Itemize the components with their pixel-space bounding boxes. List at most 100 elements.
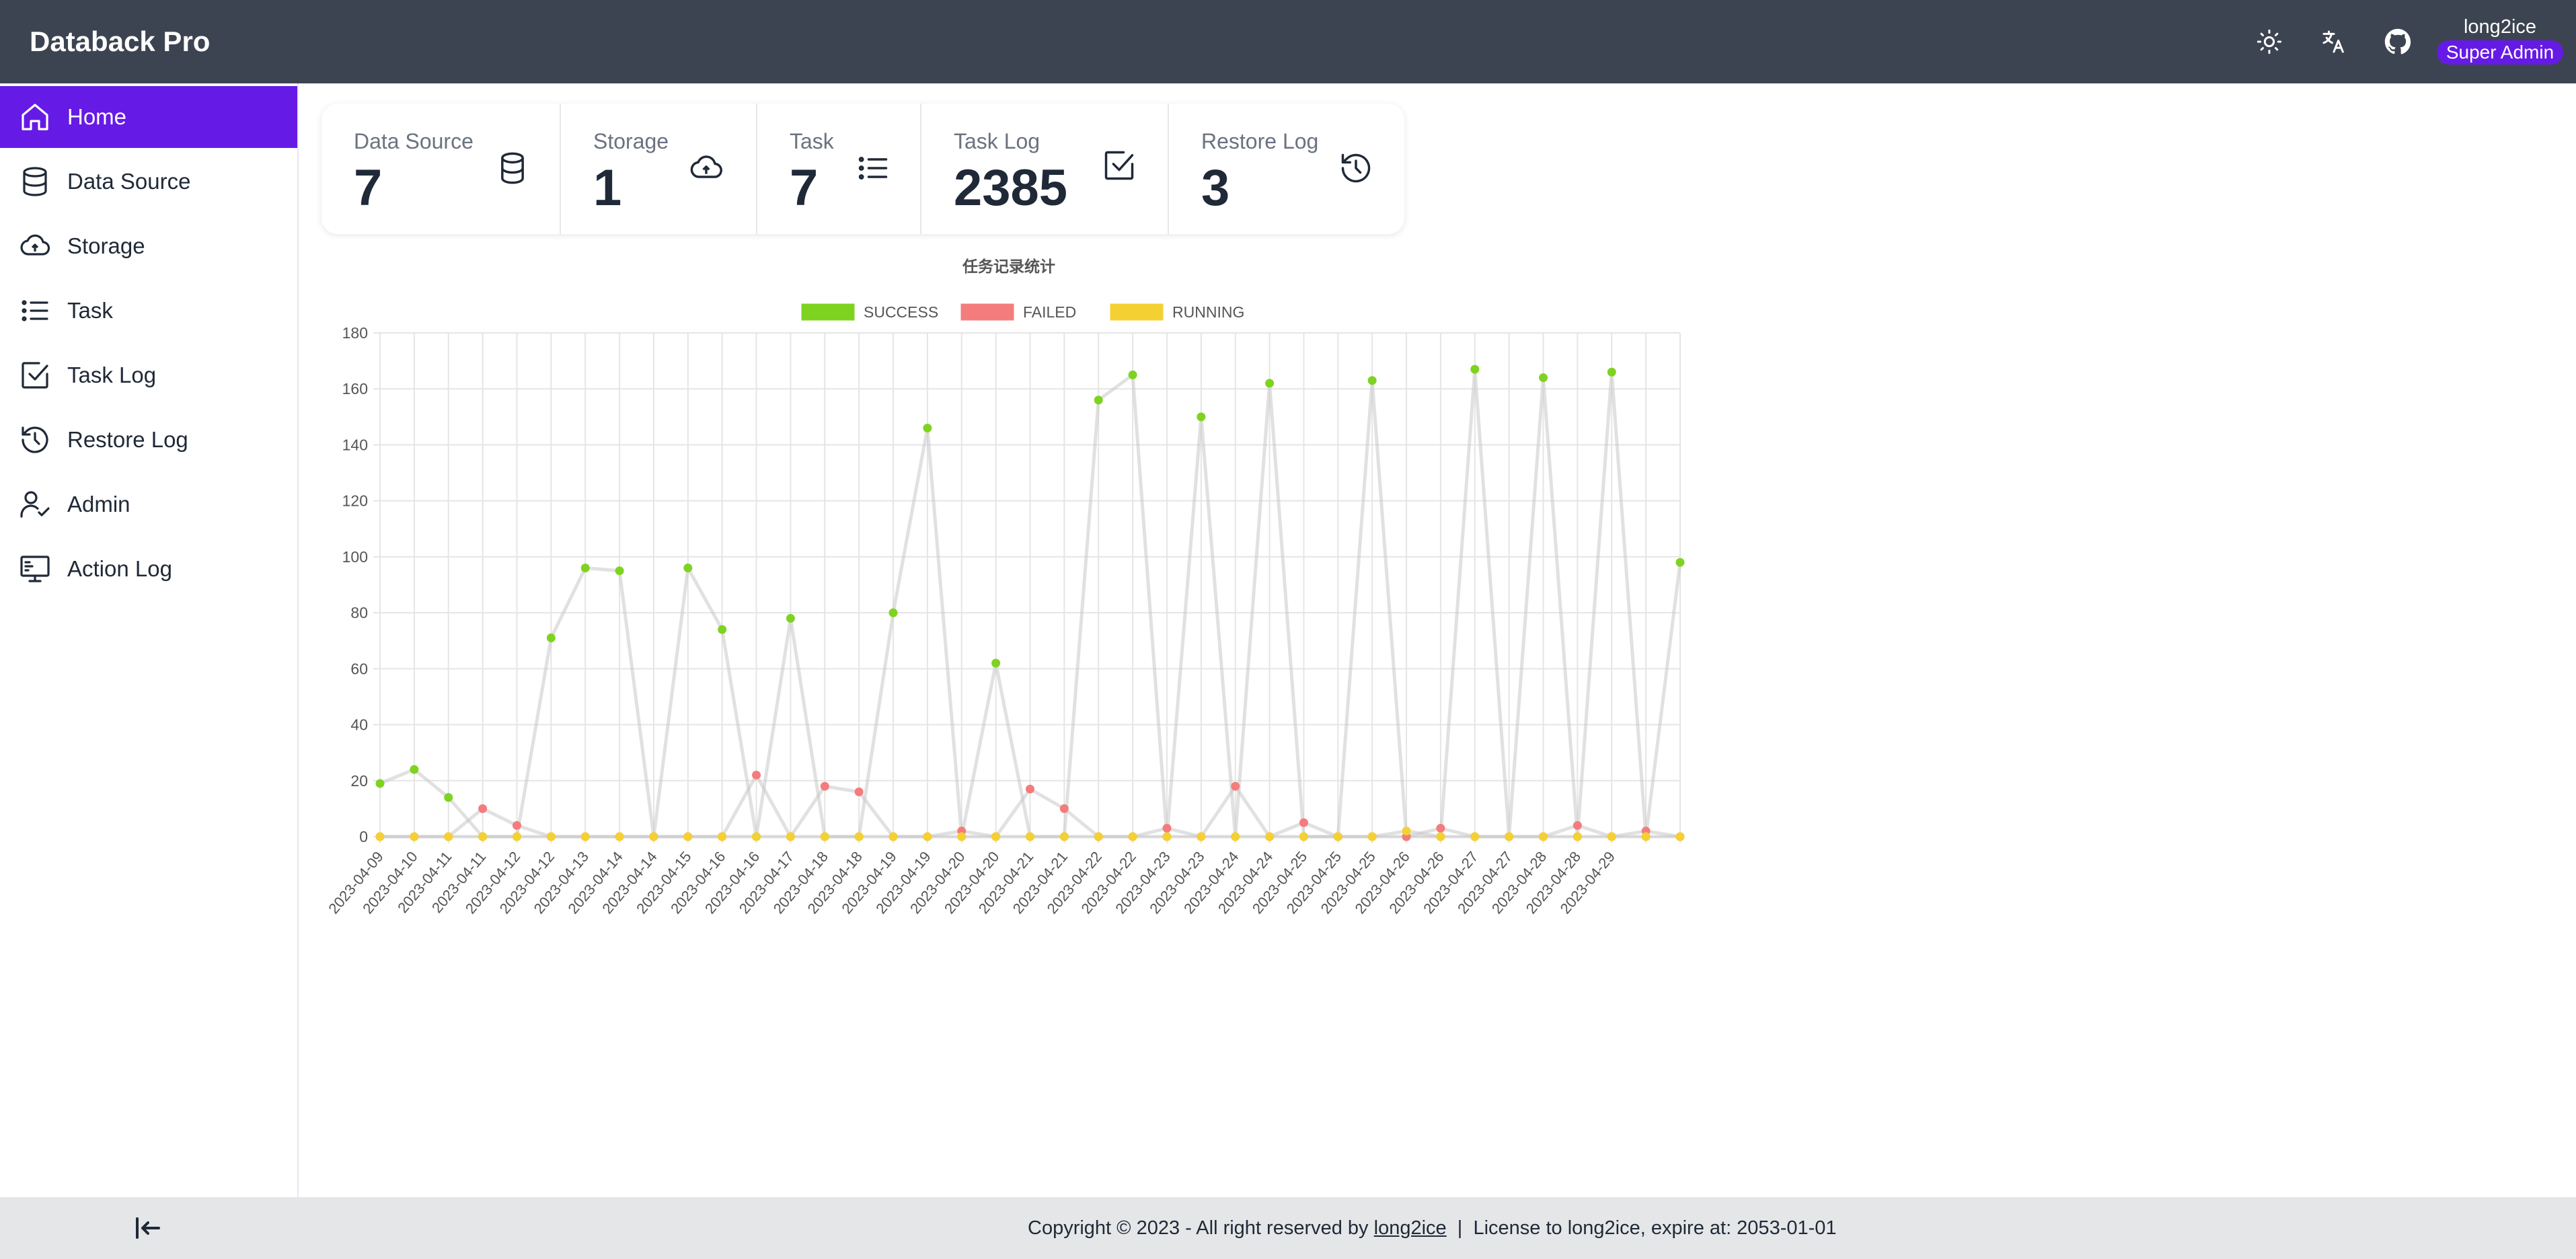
data-point [1607, 832, 1616, 841]
sidebar-item-action-log[interactable]: Action Log [0, 538, 297, 600]
translate-icon[interactable] [2318, 26, 2350, 58]
data-point [444, 793, 453, 802]
y-tick-label: 120 [342, 492, 368, 510]
data-point [1162, 832, 1172, 841]
stat-task: Task 7 [757, 104, 921, 234]
data-point [1367, 832, 1377, 841]
checkbox-icon [22, 362, 48, 389]
footer-license: License to long2ice, expire at: 2053-01-… [1473, 1217, 1837, 1239]
sidebar-item-task-log[interactable]: Task Log [0, 344, 297, 406]
data-point [718, 625, 727, 634]
sidebar-item-storage[interactable]: Storage [0, 215, 297, 277]
data-point [683, 832, 693, 841]
data-point [923, 423, 932, 432]
data-point [649, 832, 658, 841]
y-tick-label: 180 [342, 324, 368, 342]
sidebar: Home Data Source Storage Task Task Log R… [0, 83, 299, 1197]
sidebar-item-admin[interactable]: Admin [0, 473, 297, 535]
data-point [1231, 832, 1240, 841]
user-name: long2ice [2463, 16, 2537, 38]
task-log-chart: 任务记录统计 SUCCESS FAILED RUNNING 0 20 40 60 80 100 12… [309, 249, 1695, 948]
data-point [1367, 376, 1377, 385]
chart-title: 任务记录统计 [962, 258, 1055, 275]
sidebar-item-label: Storage [67, 233, 145, 258]
data-point [1402, 827, 1411, 836]
data-point [1470, 832, 1480, 841]
data-point [854, 832, 864, 841]
data-point [1641, 832, 1651, 841]
y-tick-label: 160 [342, 380, 368, 397]
sidebar-item-label: Task [67, 298, 113, 323]
stat-title: Task Log [954, 129, 1040, 153]
stat-value: 3 [1201, 159, 1230, 217]
data-point [923, 832, 932, 841]
y-tick-label: 20 [350, 772, 368, 790]
user-menu[interactable]: long2ice Super Admin [2435, 15, 2565, 65]
data-point [888, 832, 898, 841]
footer-author-link[interactable]: long2ice [1374, 1217, 1447, 1239]
stat-title: Restore Log [1201, 129, 1319, 153]
data-point [1675, 832, 1685, 841]
data-point [854, 787, 864, 796]
data-point [1539, 373, 1548, 383]
data-point [478, 832, 488, 841]
legend-swatch [801, 303, 855, 321]
footer-separator: | [1451, 1217, 1468, 1239]
data-point [888, 608, 898, 617]
sidebar-item-home[interactable]: Home [0, 86, 297, 148]
data-point [1197, 412, 1206, 422]
history-icon [1338, 151, 1373, 186]
data-point [1607, 367, 1616, 377]
sidebar-item-data-source[interactable]: Data Source [0, 151, 297, 213]
stat-storage: Storage 1 [561, 104, 757, 234]
sidebar-item-restore-log[interactable]: Restore Log [0, 409, 297, 471]
stats-panel: Data Source 7 Storage 1 Task 7 Task Log … [321, 104, 1404, 234]
data-point [786, 832, 795, 841]
list-icon [22, 300, 48, 321]
data-point [1675, 558, 1685, 567]
data-point [1505, 832, 1514, 841]
data-point [1128, 370, 1137, 379]
data-point [478, 804, 488, 813]
data-point [820, 781, 829, 791]
database-icon [23, 167, 47, 196]
app-title[interactable]: Databack Pro [30, 0, 210, 83]
data-point [1162, 824, 1172, 833]
monitor-icon [20, 556, 50, 582]
data-point [546, 634, 556, 643]
data-point [1059, 832, 1069, 841]
sidebar-item-label: Restore Log [67, 427, 188, 452]
github-icon[interactable] [2382, 26, 2414, 58]
role-badge: Super Admin [2436, 40, 2564, 65]
collapse-sidebar-icon[interactable] [132, 1212, 164, 1244]
data-point [1539, 832, 1548, 841]
footer-copyright: Copyright © 2023 - All right reserved by [1028, 1217, 1369, 1239]
data-point [991, 832, 1001, 841]
data-point [1299, 818, 1308, 827]
data-point [1128, 832, 1137, 841]
data-point [820, 832, 829, 841]
stat-restore-log: Restore Log 3 [1169, 104, 1404, 234]
data-point [1436, 824, 1445, 833]
stat-title: Storage [593, 129, 669, 153]
sidebar-item-task[interactable]: Task [0, 280, 297, 342]
theme-sun-icon[interactable] [2253, 26, 2285, 58]
data-point [512, 821, 521, 830]
user-check-icon [20, 491, 50, 518]
data-point [1573, 832, 1582, 841]
data-point [1059, 804, 1069, 813]
list-icon [856, 151, 891, 186]
data-point [1094, 832, 1103, 841]
stat-value: 7 [354, 159, 383, 217]
footer: Copyright © 2023 - All right reserved by… [0, 1197, 2576, 1259]
data-point [1197, 832, 1206, 841]
legend-swatch [1110, 303, 1164, 321]
data-point [615, 832, 624, 841]
home-icon [22, 104, 48, 130]
data-point [718, 832, 727, 841]
sidebar-item-label: Data Source [67, 169, 191, 194]
y-tick-label: 0 [359, 828, 368, 845]
data-point [1265, 832, 1275, 841]
top-bar: Databack Pro long2ice Super Admin [0, 0, 2576, 83]
data-point [957, 832, 967, 841]
